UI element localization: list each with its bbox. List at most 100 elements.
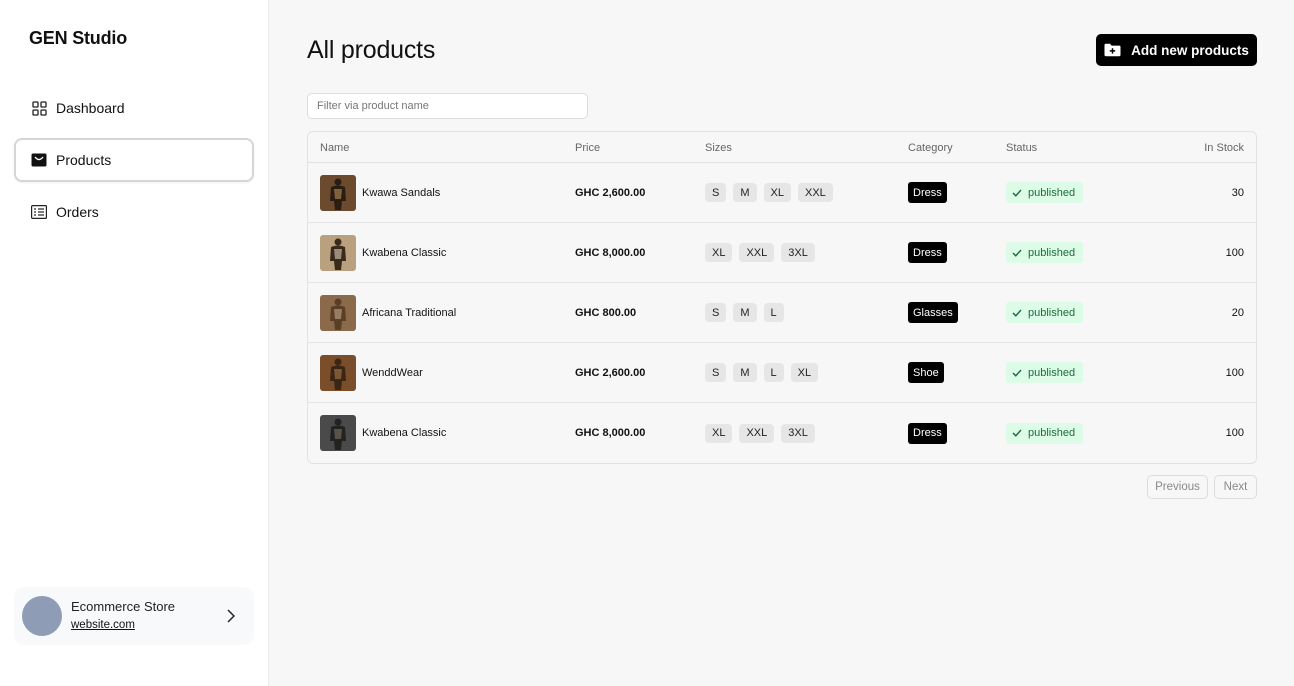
column-header-status[interactable]: Status	[1006, 132, 1037, 163]
previous-page-button[interactable]: Previous	[1147, 475, 1208, 499]
size-tag: M	[733, 303, 757, 322]
category-cell: Shoe	[908, 343, 944, 402]
category-badge: Dress	[908, 182, 947, 203]
price-cell: GHC 800.00	[575, 283, 636, 342]
size-tag: XL	[763, 183, 791, 202]
check-icon	[1012, 309, 1022, 317]
status-badge: published	[1006, 182, 1084, 203]
column-header-name[interactable]: Name	[320, 132, 349, 163]
status-cell: published	[1006, 163, 1084, 222]
brand-name: GEN Studio	[29, 28, 127, 48]
table-row[interactable]: Kwawa Sandals GHC 2,600.00 S M XL XXL Dress…	[308, 163, 1256, 223]
products-table: Name Price Sizes Category Status In Stoc…	[307, 131, 1257, 464]
product-thumbnail	[320, 294, 356, 331]
status-label: published	[1028, 306, 1076, 319]
product-thumbnail	[320, 415, 356, 451]
sidebar-item-dashboard[interactable]: Dashboard	[14, 86, 254, 130]
column-header-sizes[interactable]: Sizes	[705, 132, 732, 163]
add-new-products-label: Add new products	[1131, 42, 1249, 58]
sizes-cell: XL XXL 3XL	[705, 223, 822, 282]
product-name-cell: Kwabena Classic	[320, 223, 446, 282]
sidebar-item-orders[interactable]: Orders	[14, 190, 254, 234]
product-name[interactable]: WenddWear	[362, 367, 423, 379]
stock-cell: 100	[1226, 223, 1244, 282]
stock-cell: 100	[1226, 403, 1244, 463]
category-badge: Dress	[908, 422, 947, 444]
product-name-cell: WenddWear	[320, 343, 423, 402]
product-name[interactable]: Kwabena Classic	[362, 427, 446, 439]
status-badge: published	[1006, 302, 1084, 323]
account-site-link[interactable]: website.com	[71, 619, 135, 631]
status-badge: published	[1006, 422, 1084, 444]
category-badge: Dress	[908, 242, 947, 263]
size-tag: XL	[705, 243, 733, 262]
product-price: GHC 8,000.00	[575, 246, 646, 259]
size-tag: S	[705, 183, 727, 202]
status-label: published	[1028, 427, 1076, 439]
category-cell: Glasses	[908, 283, 958, 342]
product-name-filter-input[interactable]	[307, 93, 588, 119]
size-tag: S	[705, 363, 727, 382]
status-cell: published	[1006, 223, 1084, 282]
table-row[interactable]: WenddWear GHC 2,600.00 S M L XL Shoe publis…	[308, 343, 1256, 403]
stock-count: 100	[1225, 246, 1244, 259]
status-cell: published	[1006, 403, 1084, 463]
sidebar-item-products[interactable]: Products	[14, 138, 254, 182]
account-name: Ecommerce Store	[71, 599, 176, 614]
table-row[interactable]: Kwabena Classic GHC 8,000.00 XL XXL 3XL Dr…	[308, 223, 1256, 283]
product-name-cell: Kwawa Sandals	[320, 163, 440, 222]
stock-cell: 20	[1232, 283, 1244, 342]
check-icon	[1012, 249, 1022, 257]
size-tag: 3XL	[781, 243, 815, 262]
product-price: GHC 8,000.00	[575, 427, 646, 439]
sidebar-item-label: Products	[56, 152, 112, 168]
sizes-cell: XL XXL 3XL	[705, 403, 822, 463]
product-name[interactable]: Kwawa Sandals	[362, 187, 440, 199]
stock-count: 100	[1225, 427, 1244, 439]
category-cell: Dress	[908, 223, 947, 282]
product-name-cell: Africana Traditional	[320, 283, 456, 342]
size-tag: M	[733, 183, 757, 202]
product-price: GHC 2,600.00	[575, 186, 646, 199]
next-page-button[interactable]: Next	[1214, 475, 1257, 499]
product-name[interactable]: Kwabena Classic	[362, 247, 446, 259]
check-icon	[1012, 429, 1022, 437]
stock-count: 30	[1231, 186, 1244, 199]
chevron-right-icon	[220, 609, 242, 623]
sizes-cell: S M L XL	[705, 343, 825, 402]
column-header-category[interactable]: Category	[908, 132, 953, 163]
product-price: GHC 2,600.00	[575, 366, 646, 379]
price-cell: GHC 2,600.00	[575, 343, 645, 402]
size-tag: L	[763, 363, 784, 382]
table-row[interactable]: Africana Traditional GHC 800.00 SML Glas…	[308, 283, 1256, 343]
category-badge: Shoe	[908, 362, 944, 383]
size-tag: L	[763, 303, 784, 322]
column-header-price[interactable]: Price	[575, 132, 600, 163]
account-switcher[interactable]: Ecommerce Store website.com	[14, 587, 254, 645]
check-icon	[1012, 369, 1022, 377]
status-badge: published	[1006, 242, 1084, 263]
table-row[interactable]: Kwabena Classic GHC 8,000.00 XL XXL 3XL Dr…	[308, 403, 1256, 463]
list-icon	[31, 204, 47, 220]
grid-icon	[31, 100, 47, 116]
column-header-in-stock[interactable]: In Stock	[1204, 132, 1244, 163]
size-tag: XXL	[797, 183, 833, 202]
status-badge: published	[1006, 362, 1084, 383]
stock-count: 100	[1225, 366, 1244, 379]
table-body: Kwawa Sandals GHC 2,600.00 S M XL XXL Dress…	[308, 163, 1256, 463]
size-tag: XL	[790, 363, 819, 382]
category-cell: Dress	[908, 163, 947, 222]
status-label: published	[1028, 366, 1076, 379]
status-label: published	[1028, 246, 1076, 259]
product-name[interactable]: Africana Traditional	[362, 307, 456, 319]
price-cell: GHC 8,000.00	[575, 223, 645, 282]
sidebar-nav: Dashboard Products Orders	[14, 86, 254, 242]
product-thumbnail	[320, 354, 356, 391]
status-label: published	[1028, 186, 1076, 199]
size-tag: XL	[705, 423, 733, 443]
sizes-cell: SML	[705, 283, 791, 342]
size-tag: S	[705, 303, 727, 322]
table-header: Name Price Sizes Category Status In Stoc…	[308, 132, 1256, 163]
size-tag: M	[733, 363, 757, 382]
add-new-products-button[interactable]: Add new products	[1096, 34, 1257, 66]
